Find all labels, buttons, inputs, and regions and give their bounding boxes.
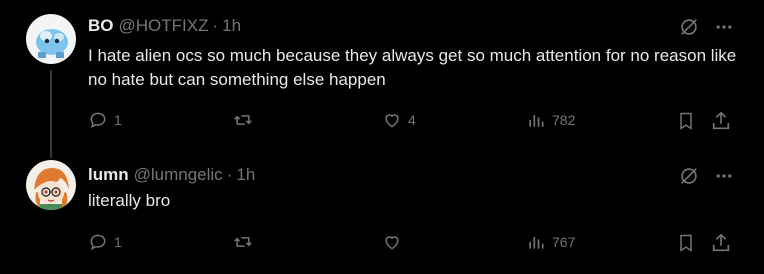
display-name[interactable]: BO [88,16,114,36]
reply-button[interactable]: 1 [88,232,122,252]
timestamp[interactable]: 1h [236,165,255,185]
heart-icon [382,110,402,130]
grok-icon[interactable] [678,165,700,187]
share-icon [710,110,732,132]
post-1[interactable]: BO @HOTFIXZ · 1h I hate alien ocs so muc… [0,0,764,158]
repost-icon [232,110,254,130]
share-button[interactable] [710,232,732,254]
like-button[interactable] [382,232,408,252]
grok-icon[interactable] [678,16,700,38]
bookmark-button[interactable] [676,110,696,132]
avatar[interactable] [26,14,76,64]
post-top-actions [678,16,734,38]
repost-button[interactable] [232,110,260,130]
more-icon[interactable] [714,166,734,186]
separator: · [226,165,233,184]
share-button[interactable] [710,110,732,132]
repost-button[interactable] [232,232,260,252]
user-handle[interactable]: @HOTFIXZ [119,16,209,36]
bookmark-button[interactable] [676,232,696,254]
bookmark-icon [676,110,696,132]
user-handle[interactable]: @lumngelic [134,165,223,185]
post-top-actions [678,165,734,187]
reply-icon [88,232,108,252]
reply-count: 1 [114,234,122,250]
post-header: BO @HOTFIXZ · 1h [88,16,241,36]
reply-button[interactable]: 1 [88,110,122,130]
post-header: lumn @lumngelic · 1h [88,165,255,185]
views-icon [526,232,546,252]
views-count: 782 [552,112,576,128]
post-text: I hate alien ocs so much because they al… [88,46,737,89]
views-button[interactable]: 782 [526,110,575,130]
more-icon[interactable] [714,17,734,37]
views-count: 767 [552,234,576,250]
thread-line [50,70,52,158]
bookmark-icon [676,232,696,254]
reply-count: 1 [114,112,122,128]
post-2[interactable]: lumn @lumngelic · 1h literally bro 1 767 [0,158,764,274]
like-button[interactable]: 4 [382,110,416,130]
like-count: 4 [408,112,416,128]
heart-icon [382,232,402,252]
share-icon [710,232,732,254]
timestamp[interactable]: 1h [222,16,241,36]
separator: · [212,16,219,35]
views-button[interactable]: 767 [526,232,575,252]
post-text: literally bro [88,191,171,210]
avatar[interactable] [26,160,76,210]
views-icon [526,110,546,130]
display-name[interactable]: lumn [88,165,129,185]
reply-icon [88,110,108,130]
repost-icon [232,232,254,252]
